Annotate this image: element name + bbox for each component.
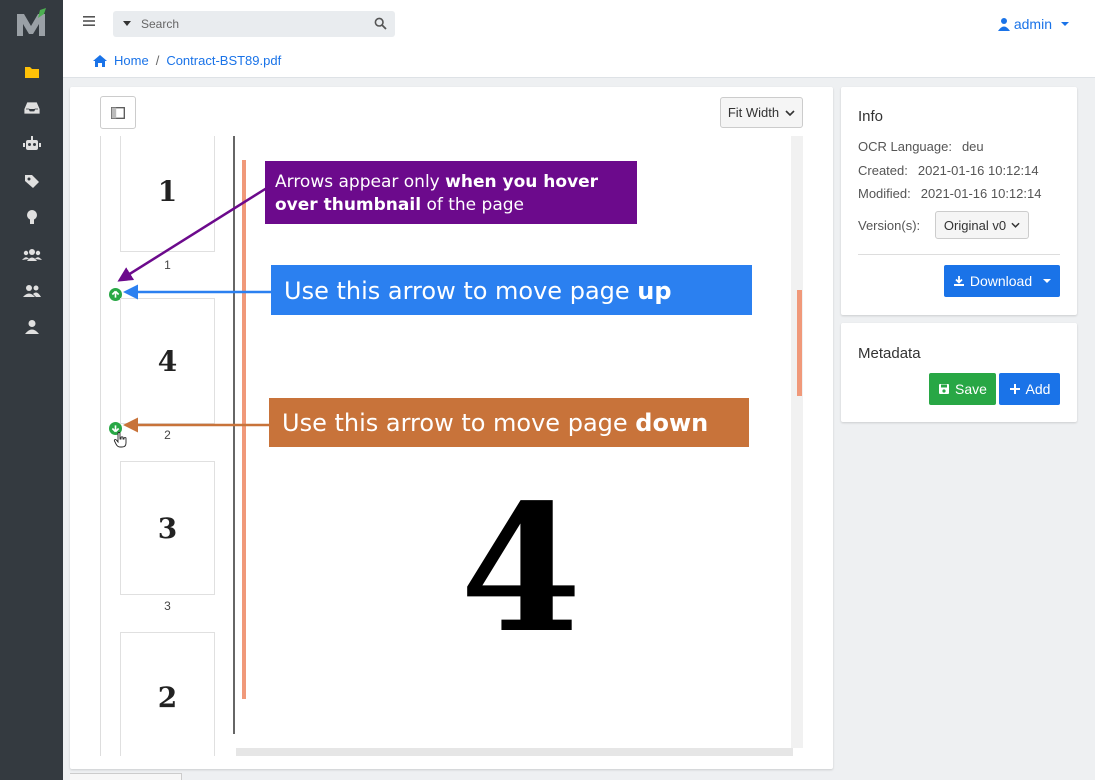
breadcrumb-separator: / <box>155 53 160 68</box>
tag-icon[interactable] <box>21 172 43 190</box>
add-metadata-button[interactable]: Add <box>999 373 1060 405</box>
search-input[interactable] <box>141 15 361 33</box>
user-name: admin <box>1013 16 1052 32</box>
user-icon <box>997 18 1010 31</box>
page-thumbnail[interactable]: 3 <box>120 461 215 595</box>
folder-icon[interactable] <box>21 63 43 81</box>
callout-text: Use this arrow to move page <box>282 409 636 437</box>
page-thumbnail[interactable]: 4 <box>120 298 215 424</box>
callout-text: Use this arrow to move page <box>284 277 638 305</box>
thumbnail-page-label: 4 <box>157 344 178 378</box>
divider <box>858 254 1060 255</box>
thumbnail-column: 1 1 4 2 3 3 2 <box>100 136 235 756</box>
breadcrumb: Home / Contract-BST89.pdf <box>92 53 281 68</box>
modified-value: 2021-01-16 10:12:14 <box>920 186 1042 201</box>
move-down-callout: Use this arrow to move page down <box>269 398 749 447</box>
add-label: Add <box>1025 381 1051 397</box>
bottom-tab[interactable] <box>70 773 182 780</box>
users-icon[interactable] <box>21 246 43 264</box>
callout-emphasis: down <box>635 409 709 437</box>
metadata-panel: Metadata Save Add <box>841 323 1077 422</box>
download-label: Download <box>969 273 1033 289</box>
created-value: 2021-01-16 10:12:14 <box>917 163 1039 178</box>
robot-icon[interactable] <box>21 135 43 153</box>
lightbulb-icon[interactable] <box>21 208 43 226</box>
search-icon[interactable] <box>374 17 387 30</box>
inbox-icon[interactable] <box>21 99 43 117</box>
sidebar <box>0 0 63 780</box>
callout-emphasis: up <box>637 277 672 305</box>
plus-icon <box>1009 384 1020 394</box>
modified-row: Modified: 2021-01-16 10:12:14 <box>858 186 1041 201</box>
callout-text: Arrows appear only <box>275 172 446 192</box>
download-caret-icon <box>1043 279 1052 283</box>
zoom-fit-dropdown[interactable]: Fit Width <box>720 97 803 128</box>
search-box <box>113 11 395 37</box>
highlight-bar <box>797 290 802 396</box>
search-scope-dropdown-icon[interactable] <box>123 21 131 26</box>
chevron-down-icon <box>1011 222 1020 228</box>
highlight-bar <box>242 160 246 699</box>
thumbnail-number: 1 <box>164 258 171 272</box>
callout-emphasis: over thumbnail <box>275 195 422 215</box>
page-thumbnail[interactable]: 2 <box>120 632 215 756</box>
created-label: Created: <box>858 163 908 178</box>
download-icon <box>953 276 964 286</box>
zoom-fit-label: Fit Width <box>727 105 780 120</box>
top-bar: admin Home / Contract-BST89.pdf <box>63 0 1095 78</box>
thumbnail-number: 2 <box>164 428 171 442</box>
version-value: Original v0 <box>943 217 1007 233</box>
download-button[interactable]: Download <box>944 265 1060 297</box>
thumbnail-number: 3 <box>164 599 171 613</box>
callout-emphasis: when you hover <box>445 172 599 192</box>
home-icon <box>93 54 107 67</box>
save-icon <box>939 384 950 394</box>
move-up-callout: Use this arrow to move page up <box>271 265 752 315</box>
ocr-language-label: OCR Language: <box>858 139 952 154</box>
logo[interactable] <box>14 6 48 40</box>
current-page-content: 4 <box>460 467 582 672</box>
ocr-language-row: OCR Language: deu <box>858 139 984 154</box>
breadcrumb-home-link[interactable]: Home <box>114 53 149 68</box>
info-panel: Info OCR Language: deu Created: 2021-01-16… <box>841 87 1077 315</box>
ocr-language-value: deu <box>961 139 984 154</box>
info-title: Info <box>858 108 884 125</box>
user-menu-caret-icon <box>1061 22 1069 26</box>
sidebar-toggle-icon <box>111 106 125 119</box>
hover-hint-callout: Arrows appear only when you hover over th… <box>265 161 637 224</box>
callout-text: of the page <box>421 195 525 215</box>
viewer-scrollbar[interactable] <box>791 136 803 748</box>
hamburger-menu-icon[interactable] <box>82 14 96 28</box>
viewer-horizontal-scrollbar[interactable] <box>236 748 793 756</box>
metadata-title: Metadata <box>858 345 921 362</box>
created-row: Created: 2021-01-16 10:12:14 <box>858 163 1039 178</box>
save-label: Save <box>955 381 987 397</box>
breadcrumb-document-link[interactable]: Contract-BST89.pdf <box>166 53 281 68</box>
chevron-down-icon <box>785 109 795 116</box>
toggle-thumbnails-button[interactable] <box>100 96 136 129</box>
save-button[interactable]: Save <box>929 373 996 405</box>
thumbnail-divider[interactable] <box>233 136 235 734</box>
user-menu[interactable]: admin <box>997 15 1069 33</box>
page-thumbnail[interactable]: 1 <box>120 136 215 252</box>
user-friends-icon[interactable] <box>21 282 43 300</box>
version-dropdown[interactable]: Original v0 <box>935 211 1029 239</box>
thumbnail-page-label: 3 <box>157 511 178 545</box>
version-label: Version(s): <box>858 218 921 233</box>
thumbnail-page-label: 2 <box>157 680 178 714</box>
user-icon[interactable] <box>21 318 43 336</box>
modified-label: Modified: <box>858 186 911 201</box>
thumbnail-page-label: 1 <box>157 174 178 208</box>
